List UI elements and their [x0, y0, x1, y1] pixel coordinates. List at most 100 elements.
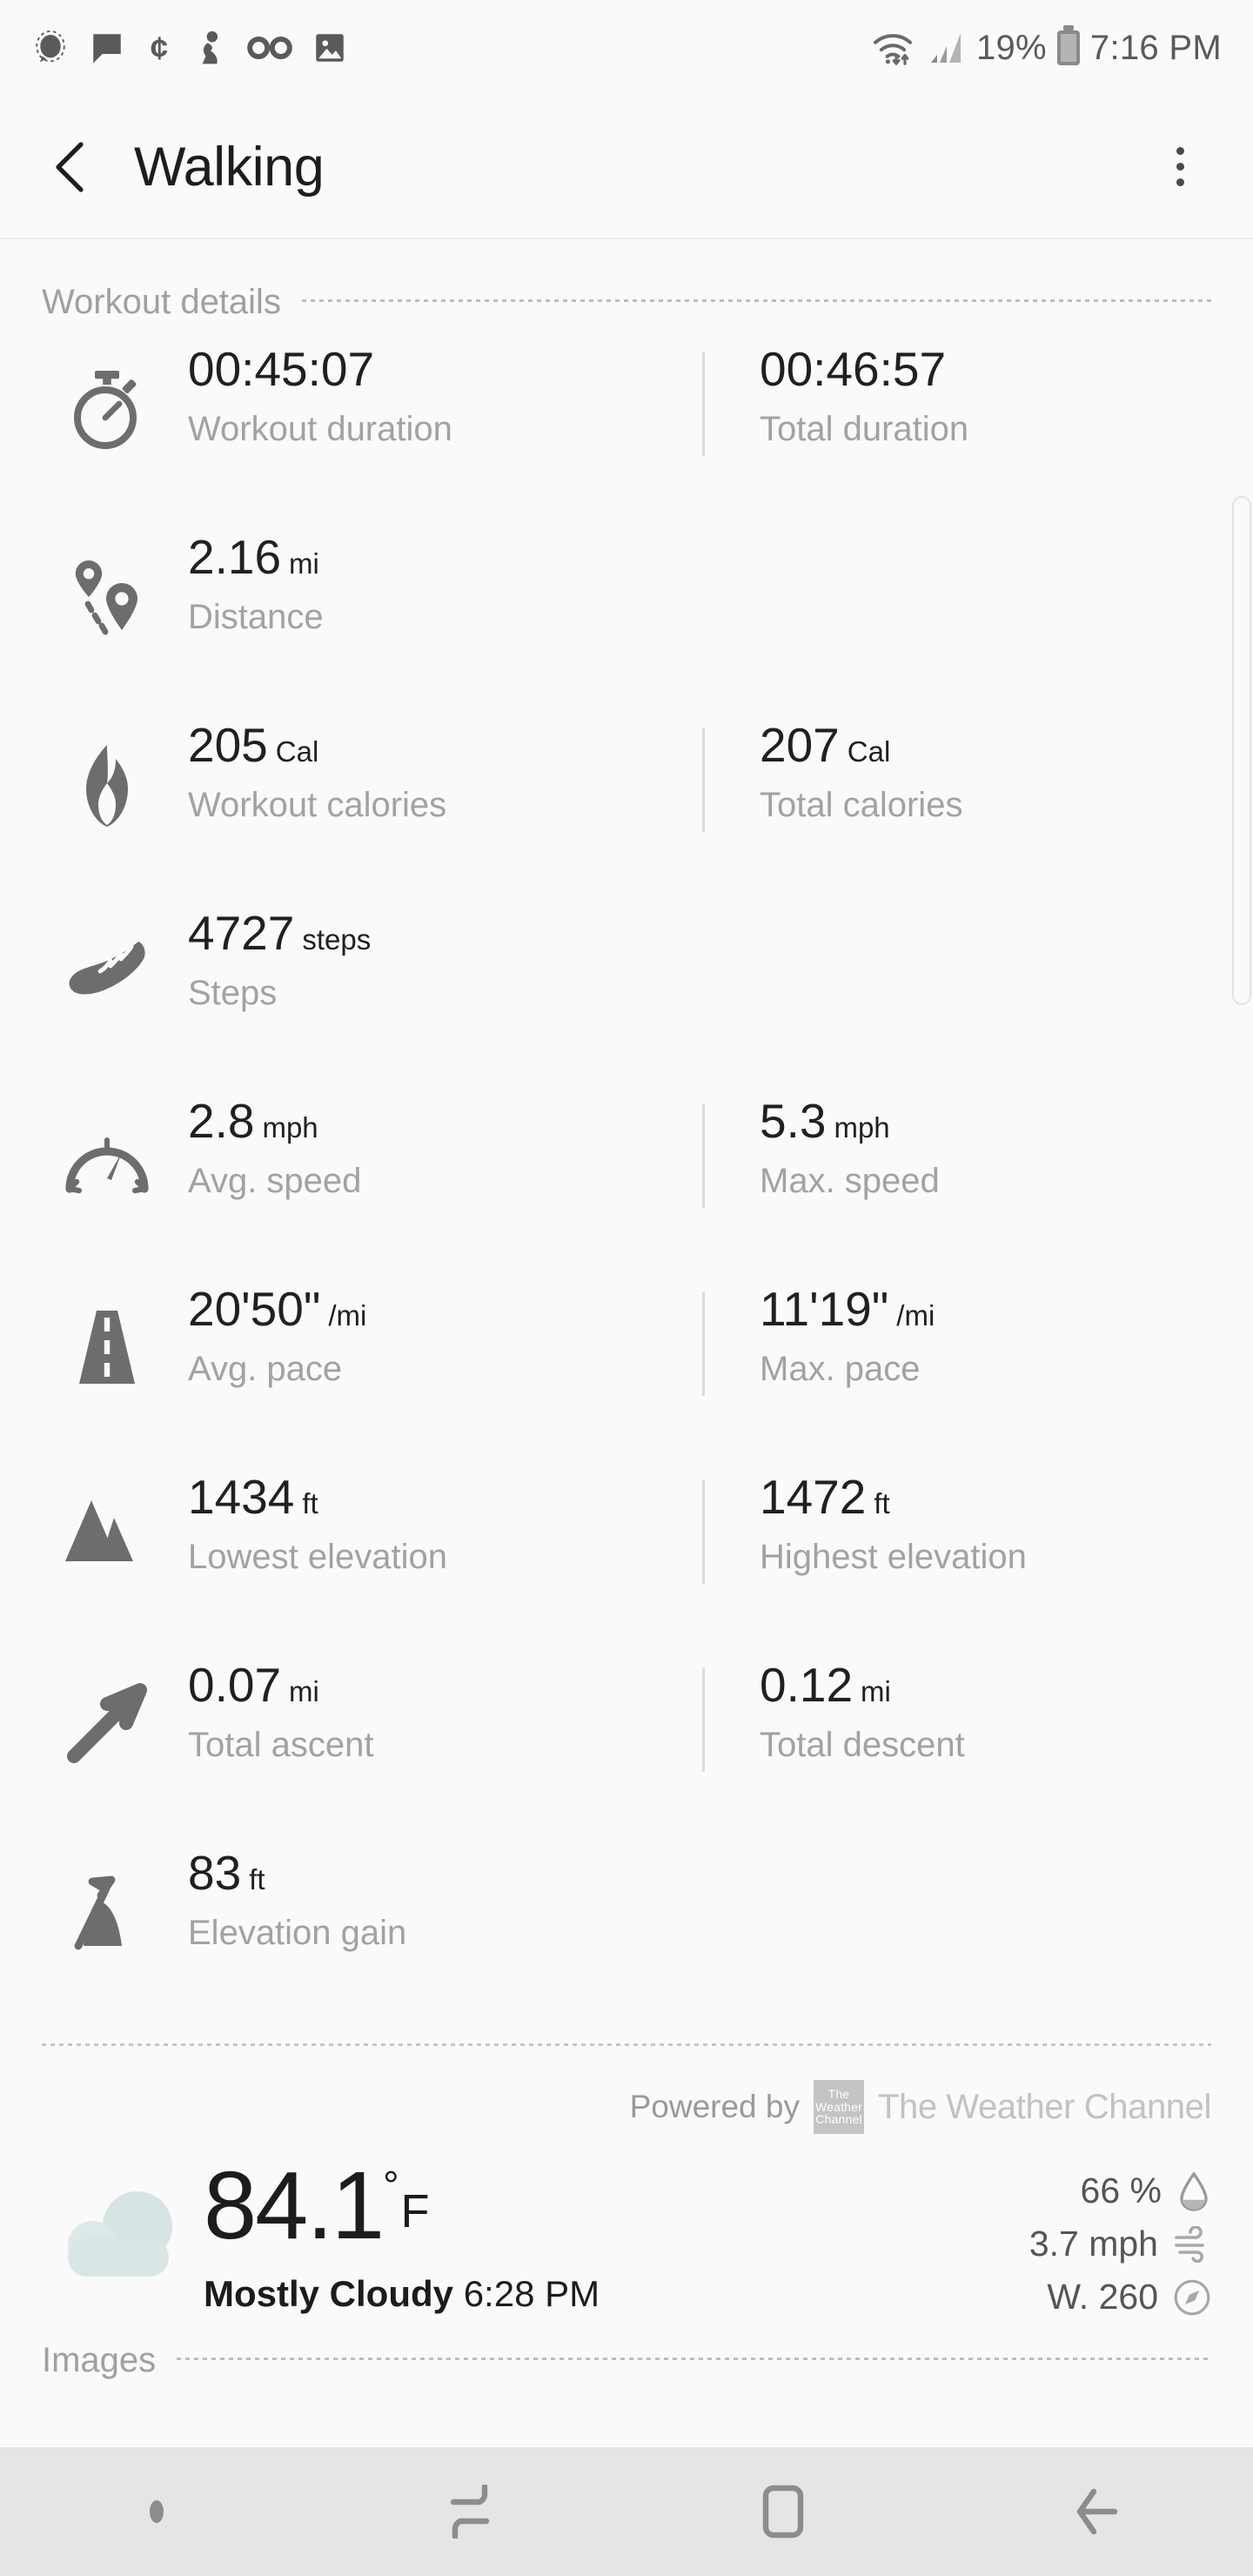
- wifi-updown-icon: [873, 34, 912, 65]
- metric-caption: Workout duration: [188, 409, 452, 448]
- weather-provider-name: The Weather Channel: [877, 2087, 1211, 2126]
- logo-line-3: Channel: [815, 2112, 862, 2127]
- humidity-row: 66 %: [1081, 2170, 1211, 2211]
- status-bar-right: 19% 7:16 PM: [872, 29, 1222, 68]
- metric-value: 207 Cal: [760, 718, 891, 772]
- section-dotted-rule: [177, 2357, 1211, 2361]
- speedometer-icon: [42, 1097, 172, 1197]
- temperature-unit: F: [400, 2185, 430, 2237]
- metric-left: 83 ft Elevation gain: [172, 1848, 692, 1953]
- svg-text:¢: ¢: [151, 30, 168, 66]
- metric-value: 0.12 mi: [760, 1658, 891, 1712]
- metric-left: 205 Cal Workout calories: [172, 718, 692, 825]
- wind-direction-row: W. 260: [1047, 2277, 1211, 2318]
- metric-row: 20'50"/mi Avg. pace 11'19"/mi Max. pace: [0, 1282, 1253, 1450]
- metric-value: 0.07 mi: [188, 1658, 319, 1712]
- metric-value: 83 ft: [188, 1846, 265, 1900]
- wind-icon: [1175, 2225, 1204, 2263]
- mountain-icon: [42, 1472, 172, 1568]
- flame-icon: [42, 721, 172, 830]
- weather-channel-logo-icon: The Weather Channel: [813, 2080, 864, 2134]
- home-icon[interactable]: [626, 2447, 940, 2576]
- weather-attribution: Powered by The Weather Channel The Weath…: [0, 2080, 1253, 2134]
- clock: 7:16 PM: [1089, 28, 1222, 67]
- system-navigation-bar: [0, 2447, 1253, 2576]
- metric-value: 4727 steps: [188, 906, 372, 960]
- metric-row: 4727 steps Steps: [0, 906, 1253, 1074]
- weather-condition: Mostly Cloudy: [204, 2273, 454, 2314]
- metric-value: 20'50"/mi: [188, 1282, 367, 1336]
- status-bar-left-icons: ¢: [31, 29, 348, 67]
- metric-caption: Avg. pace: [188, 1349, 343, 1388]
- metric-value: 11'19"/mi: [760, 1282, 935, 1336]
- section-header-images: Images: [0, 2341, 1253, 2380]
- metric-row: 0.07 mi Total ascent 0.12 mi Total descent: [0, 1660, 1253, 1826]
- metric-caption: Max. pace: [760, 1349, 921, 1388]
- metric-row: 2.16 mi Distance: [0, 530, 1253, 698]
- metric-caption: Total ascent: [188, 1725, 374, 1764]
- metric-row: 00:45:07 Workout duration 00:46:57 Total…: [0, 342, 1253, 510]
- stopwatch-icon: [42, 345, 172, 454]
- metric-row: 1434 ft Lowest elevation 1472 ft Highest e…: [0, 1472, 1253, 1638]
- metric-value: 2.8 mph: [188, 1094, 318, 1148]
- metric-caption: Lowest elevation: [188, 1537, 447, 1576]
- metric-left: 1434 ft Lowest elevation: [172, 1472, 692, 1577]
- metric-left: 2.16 mi Distance: [172, 530, 692, 637]
- section-dotted-rule: [301, 299, 1211, 303]
- metric-value: 1472 ft: [760, 1470, 890, 1524]
- powered-by-label: Powered by: [629, 2089, 800, 2124]
- metric-right: 5.3 mph Max. speed: [692, 1094, 1211, 1208]
- back-chevron-icon[interactable]: [42, 137, 103, 198]
- metric-caption: Workout calories: [188, 785, 447, 824]
- metric-caption: Highest elevation: [760, 1537, 1027, 1576]
- humidity-value: 66 %: [1080, 2170, 1162, 2210]
- nav-dot[interactable]: [0, 2447, 313, 2576]
- page-title: Walking: [134, 136, 325, 198]
- wind-speed-row: 3.7 mph: [1029, 2224, 1211, 2264]
- metric-right: 00:46:57 Total duration: [692, 342, 1211, 456]
- metric-value: 1434 ft: [188, 1470, 318, 1524]
- metric-value: 5.3 mph: [760, 1094, 890, 1148]
- metric-caption: Total duration: [760, 409, 969, 448]
- degree-symbol: °: [383, 2163, 399, 2208]
- metric-caption: Elevation gain: [188, 1913, 407, 1952]
- humidity-droplet-icon: [1180, 2170, 1208, 2211]
- metric-row: 205 Cal Workout calories 207 Cal Total cal…: [0, 718, 1253, 886]
- person-icon: [202, 30, 218, 64]
- cent-icon: ¢: [151, 30, 168, 66]
- metric-left: 20'50"/mi Avg. pace: [172, 1282, 692, 1389]
- metric-caption: Total descent: [760, 1725, 965, 1764]
- metric-value: 205 Cal: [188, 718, 319, 772]
- metric-value: 00:46:57: [760, 342, 947, 396]
- compass-icon: [1174, 2279, 1210, 2315]
- vertical-scrollbar[interactable]: [1232, 496, 1251, 1005]
- metric-right: 207 Cal Total calories: [692, 718, 1211, 832]
- recents-icon[interactable]: [313, 2447, 626, 2576]
- temperature-value: 84.1: [204, 2152, 385, 2259]
- cloudy-icon: [38, 2153, 204, 2284]
- workout-details-section: Workout details 00:45:07 Workout duratio…: [0, 239, 1253, 2318]
- metric-caption: Avg. speed: [188, 1161, 362, 1200]
- weather-primary: 84.1 ° F Mostly Cloudy 6:28 PM: [204, 2153, 600, 2315]
- metric-row: 83 ft Elevation gain: [0, 1848, 1253, 2014]
- metric-caption: Distance: [188, 597, 324, 636]
- metric-caption: Total calories: [760, 785, 963, 824]
- section-divider: [42, 2043, 1211, 2047]
- metric-caption: Steps: [188, 973, 278, 1012]
- image-icon: [316, 34, 344, 62]
- road-icon: [42, 1285, 172, 1387]
- elevation-gain-icon: [42, 1848, 172, 1953]
- metric-value: 2.16 mi: [188, 530, 319, 584]
- section-title: Images: [42, 2341, 157, 2379]
- cellular-signal-icon: [930, 33, 961, 63]
- battery-icon: [1056, 30, 1080, 65]
- message-icon: [93, 34, 121, 64]
- back-icon[interactable]: [940, 2447, 1253, 2576]
- wind-direction-value: W. 260: [1047, 2277, 1158, 2317]
- weather-panel: 84.1 ° F Mostly Cloudy 6:28 PM 66 % 3.7 …: [0, 2153, 1253, 2318]
- metric-left: 0.07 mi Total ascent: [172, 1660, 692, 1765]
- wind-speed-value: 3.7 mph: [1029, 2224, 1158, 2264]
- metric-left: 2.8 mph Avg. speed: [172, 1094, 692, 1201]
- app-bar: Walking: [0, 96, 1253, 239]
- overflow-menu-icon[interactable]: [1149, 136, 1211, 198]
